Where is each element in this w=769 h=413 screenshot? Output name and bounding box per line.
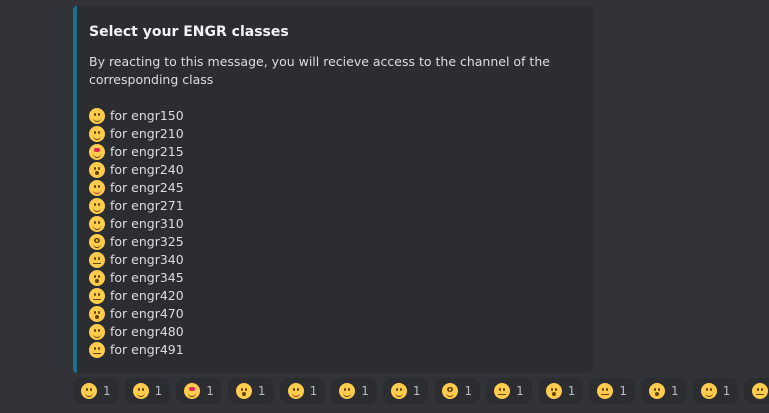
smiley-icon xyxy=(89,108,105,124)
reaction-button[interactable]: 1 xyxy=(73,378,119,404)
class-label: for engr480 xyxy=(110,324,184,339)
class-label: for engr420 xyxy=(110,288,184,303)
steam-nose-icon xyxy=(89,342,105,358)
class-row: for engr210 xyxy=(89,125,581,143)
class-row: for engr470 xyxy=(89,305,581,323)
winking-icon xyxy=(89,126,105,142)
class-row: for engr325 xyxy=(89,233,581,251)
embed-title: Select your ENGR classes xyxy=(89,24,289,40)
reaction-button[interactable]: 1 xyxy=(486,378,532,404)
class-label: for engr245 xyxy=(110,180,184,195)
class-row: for engr340 xyxy=(89,251,581,269)
reaction-bar: 11111111111111 xyxy=(73,378,769,404)
class-row: for engr271 xyxy=(89,197,581,215)
class-list: for engr150 for engr210 for engr215 for eng… xyxy=(89,107,581,359)
reaction-count: 1 xyxy=(671,384,679,398)
tired-icon xyxy=(649,383,666,399)
shushing-icon xyxy=(235,383,252,399)
reaction-button[interactable]: 1 xyxy=(589,378,636,404)
class-row: for engr420 xyxy=(89,287,581,305)
zany-icon xyxy=(89,198,105,214)
class-row: for engr215 xyxy=(89,143,581,161)
class-label: for engr340 xyxy=(110,252,184,267)
class-label: for engr310 xyxy=(110,216,184,231)
reaction-button[interactable]: 1 xyxy=(641,378,687,404)
steam-nose-icon xyxy=(752,383,769,399)
class-label: for engr150 xyxy=(110,108,184,123)
reaction-button[interactable]: 1 xyxy=(692,378,739,404)
eye-roll-icon xyxy=(700,383,717,399)
reaction-button[interactable]: 1 xyxy=(382,378,429,404)
discord-message: Select your ENGR classes By reacting to … xyxy=(0,0,769,413)
reaction-button[interactable]: 1 xyxy=(176,378,222,404)
reaction-button[interactable]: 1 xyxy=(744,378,769,404)
class-row: for engr150 xyxy=(89,107,581,125)
class-row: for engr240 xyxy=(89,161,581,179)
reaction-count: 1 xyxy=(361,384,369,398)
reaction-count: 1 xyxy=(464,384,473,398)
reaction-count: 1 xyxy=(154,384,163,398)
description-line: By reacting to this message, you will re… xyxy=(89,54,550,69)
reaction-button[interactable]: 1 xyxy=(279,378,326,404)
embed-card: Select your ENGR classes By reacting to … xyxy=(73,6,593,373)
class-label: for engr470 xyxy=(110,306,184,321)
eye-roll-icon xyxy=(89,324,105,340)
description-line: corresponding class xyxy=(89,72,214,87)
class-label: for engr215 xyxy=(110,144,184,159)
nerd-icon xyxy=(89,234,105,250)
reaction-count: 1 xyxy=(619,384,628,398)
class-label: for engr240 xyxy=(110,162,184,177)
class-label: for engr325 xyxy=(110,234,184,249)
no-mouth-icon xyxy=(89,252,105,268)
class-row: for engr491 xyxy=(89,341,581,359)
reaction-count: 1 xyxy=(516,384,524,398)
reaction-count: 1 xyxy=(206,384,214,398)
reaction-count: 1 xyxy=(257,384,266,398)
nerd-icon xyxy=(442,383,459,399)
reaction-button[interactable]: 1 xyxy=(331,378,377,404)
reaction-count: 1 xyxy=(567,384,576,398)
confounded-icon xyxy=(89,288,105,304)
reaction-count: 1 xyxy=(722,384,731,398)
heart-eyes-icon xyxy=(89,144,105,160)
reaction-button[interactable]: 1 xyxy=(124,378,171,404)
shushing-icon xyxy=(89,162,105,178)
worried-icon xyxy=(545,383,562,399)
class-row: for engr345 xyxy=(89,269,581,287)
worried-icon xyxy=(89,270,105,286)
confounded-icon xyxy=(597,383,614,399)
class-row: for engr480 xyxy=(89,323,581,341)
class-label: for engr210 xyxy=(110,126,184,141)
tired-icon xyxy=(89,306,105,322)
reaction-button[interactable]: 1 xyxy=(227,378,274,404)
class-label: for engr491 xyxy=(110,342,184,357)
reaction-count: 1 xyxy=(103,384,111,398)
embed-description: By reacting to this message, you will re… xyxy=(89,53,581,359)
class-label: for engr345 xyxy=(110,270,184,285)
reaction-button[interactable]: 1 xyxy=(434,378,481,404)
zany-icon xyxy=(339,383,356,399)
yum-icon xyxy=(287,383,304,399)
reaction-count: 1 xyxy=(412,384,421,398)
raised-eyebrow-icon xyxy=(89,216,105,232)
yum-icon xyxy=(89,180,105,196)
class-row: for engr310 xyxy=(89,215,581,233)
reaction-count: 1 xyxy=(309,384,318,398)
no-mouth-icon xyxy=(494,383,511,399)
heart-eyes-icon xyxy=(184,383,201,399)
raised-eyebrow-icon xyxy=(390,383,407,399)
smiley-icon xyxy=(81,383,97,399)
reaction-button[interactable]: 1 xyxy=(537,378,584,404)
class-row: for engr245 xyxy=(89,179,581,197)
winking-icon xyxy=(132,383,149,399)
class-label: for engr271 xyxy=(110,198,184,213)
